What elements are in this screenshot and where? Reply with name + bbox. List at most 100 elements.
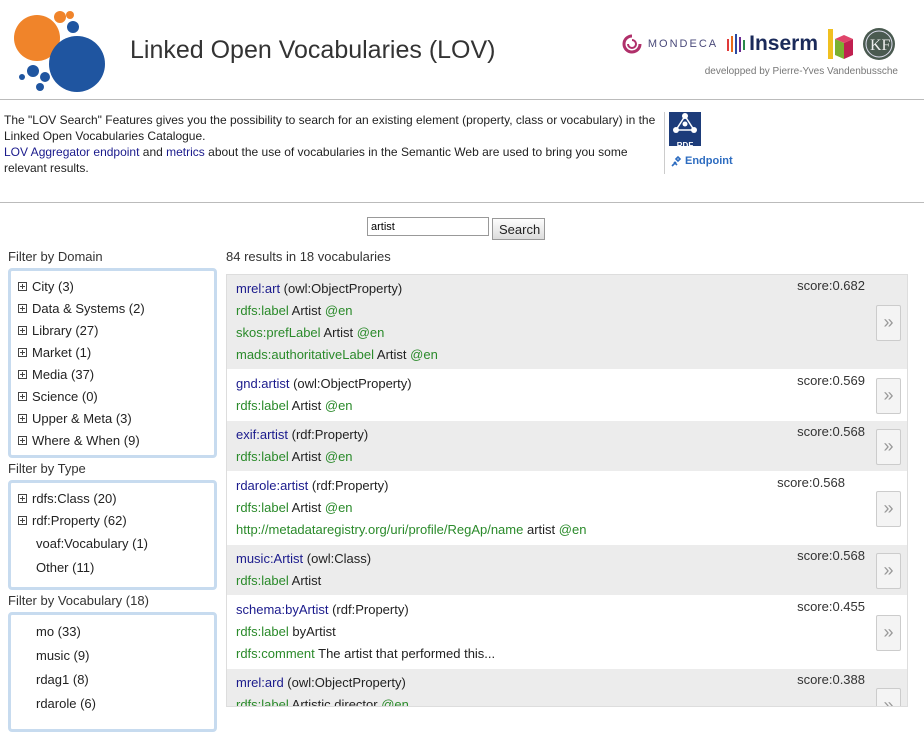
result-row: exif:artist (rdf:Property) rdfs:label Art… [227, 421, 907, 472]
filter-type-item[interactable]: Other (11) [11, 555, 214, 579]
rdf-graph-icon [673, 113, 697, 133]
result-line: skos:prefLabel Artist @en [227, 322, 907, 344]
result-row: schema:byArtist (rdf:Property) rdfs:label… [227, 596, 907, 669]
filter-domain-item[interactable]: Library (27) [11, 319, 214, 341]
result-uri-link[interactable]: schema:byArtist [236, 602, 328, 617]
result-predicate: skos:prefLabel [236, 325, 321, 340]
filter-vocabulary-item[interactable]: mo (33) [11, 619, 214, 643]
rdf-icon[interactable]: RDF [669, 112, 701, 150]
filter-domain-item[interactable]: Market (1) [11, 341, 214, 363]
filter-item-label: rdfs:Class (20) [32, 490, 117, 506]
developed-by: developped by Pierre-Yves Vandenbussche [704, 66, 898, 77]
result-uri-link[interactable]: exif:artist [236, 427, 288, 442]
result-uri-link[interactable]: rdarole:artist [236, 478, 308, 493]
result-predicate: rdfs:label [236, 500, 289, 515]
filter-item-label: Library (27) [32, 322, 99, 338]
result-predicate: rdfs:label [236, 449, 289, 464]
filter-item-label: Upper & Meta (3) [32, 410, 132, 426]
result-value: The artist that performed this... [314, 646, 496, 661]
expand-plus-icon[interactable] [18, 515, 27, 525]
filter-item-label: voaf:Vocabulary (1) [36, 535, 149, 551]
result-type: (owl:ObjectProperty) [280, 281, 403, 296]
result-score: score:0.455 [797, 599, 865, 614]
filter-vocabulary-item[interactable]: rdarole (6) [11, 691, 214, 715]
mondeca-logo[interactable]: MONDECA [622, 34, 718, 54]
mondeca-swirl-icon [622, 34, 642, 54]
filter-item-label: Other (11) [36, 559, 95, 575]
page-title: Linked Open Vocabularies (LOV) [130, 36, 496, 64]
filter-domain-item[interactable]: Upper & Meta (3) [11, 407, 214, 429]
more-chevron-icon[interactable]: » [876, 377, 901, 414]
results-list: mrel:art (owl:ObjectProperty) rdfs:label … [226, 274, 908, 707]
expand-plus-icon[interactable] [18, 413, 27, 423]
divider [0, 99, 924, 100]
result-lang: @en [324, 303, 353, 318]
results-count: 84 results in 18 vocabularies [226, 249, 391, 264]
kf-logo-icon[interactable]: KF [862, 27, 896, 61]
result-uri-link[interactable]: mrel:art [236, 281, 280, 296]
more-chevron-icon[interactable]: » [876, 552, 901, 589]
more-chevron-icon[interactable]: » [876, 304, 901, 341]
search-button[interactable]: Search [492, 218, 545, 240]
filter-item-label: Science (0) [32, 388, 98, 404]
filter-type-heading: Filter by Type [8, 461, 86, 476]
result-value: Artist [288, 303, 325, 318]
expand-plus-icon[interactable] [18, 347, 27, 357]
more-chevron-icon[interactable]: » [876, 490, 901, 527]
expand-plus-icon[interactable] [18, 303, 27, 313]
inserm-logo[interactable]: Inserm [726, 32, 818, 56]
filter-type-item[interactable]: voaf:Vocabulary (1) [11, 531, 214, 555]
filter-vocabulary-item[interactable]: rdag1 (8) [11, 667, 214, 691]
filter-item-label: Data & Systems (2) [32, 300, 145, 316]
result-value: Artist [374, 347, 411, 362]
result-type: (rdf:Property) [328, 602, 409, 617]
result-row: gnd:artist (owl:ObjectProperty) rdfs:labe… [227, 370, 907, 421]
result-row: mrel:art (owl:ObjectProperty) rdfs:label … [227, 275, 907, 370]
filter-type-item[interactable]: rdfs:Class (20) [11, 487, 214, 509]
datalift-logo-icon[interactable] [826, 27, 854, 61]
result-line: rdfs:label Artist @en [227, 497, 907, 519]
inserm-bars-icon [727, 34, 746, 54]
result-predicate: rdfs:label [236, 624, 289, 639]
filter-type-item[interactable]: rdf:Property (62) [11, 509, 214, 531]
plug-icon [671, 155, 682, 167]
more-chevron-icon[interactable]: » [876, 614, 901, 651]
result-lang: @en [324, 500, 353, 515]
filter-vocabulary-box: mo (33) music (9) rdag1 (8) rdarole (6) [8, 612, 217, 732]
endpoint-link[interactable]: Endpoint [669, 154, 733, 168]
more-chevron-icon[interactable]: » [876, 687, 901, 706]
filter-domain-item[interactable]: City (3) [11, 275, 214, 297]
result-uri-link[interactable]: mrel:ard [236, 675, 284, 690]
lov-logo-icon[interactable] [10, 5, 120, 95]
expand-plus-icon[interactable] [18, 493, 27, 503]
filter-domain-item[interactable]: Media (37) [11, 363, 214, 385]
filter-vocabulary-item[interactable]: music (9) [11, 643, 214, 667]
expand-plus-icon[interactable] [18, 325, 27, 335]
result-lang: @en [410, 347, 438, 362]
filter-item-label: music (9) [36, 647, 90, 663]
result-uri-link[interactable]: gnd:artist [236, 376, 289, 391]
result-predicate: mads:authoritativeLabel [236, 347, 375, 362]
filter-domain-item[interactable]: Science (0) [11, 385, 214, 407]
filter-domain-item[interactable]: Where & When (9) [11, 429, 214, 451]
aggregator-endpoint-link[interactable]: LOV Aggregator endpoint [4, 145, 139, 159]
filter-domain-item[interactable]: Data & Systems (2) [11, 297, 214, 319]
result-score: score:0.568 [777, 475, 845, 490]
expand-plus-icon[interactable] [18, 281, 27, 291]
more-chevron-icon[interactable]: » [876, 428, 901, 465]
result-value: byArtist [288, 624, 336, 639]
expand-plus-icon[interactable] [18, 391, 27, 401]
result-line: rdfs:label Artist @en [227, 300, 907, 322]
result-value: Artist [320, 325, 357, 340]
expand-plus-icon[interactable] [18, 435, 27, 445]
result-lang: @en [324, 449, 353, 464]
result-line: rdfs:label Artistic director @en [227, 694, 907, 706]
expand-plus-icon[interactable] [18, 369, 27, 379]
filter-item-label: rdarole (6) [36, 695, 96, 711]
filter-domain-heading: Filter by Domain [8, 249, 103, 264]
result-row: mrel:ard (owl:ObjectProperty) rdfs:label … [227, 669, 907, 706]
filter-type-box: rdfs:Class (20) rdf:Property (62) voaf:Voc… [8, 480, 217, 590]
result-uri-link[interactable]: music:Artist [236, 551, 303, 566]
metrics-link[interactable]: metrics [166, 145, 205, 159]
search-input[interactable] [367, 217, 489, 236]
